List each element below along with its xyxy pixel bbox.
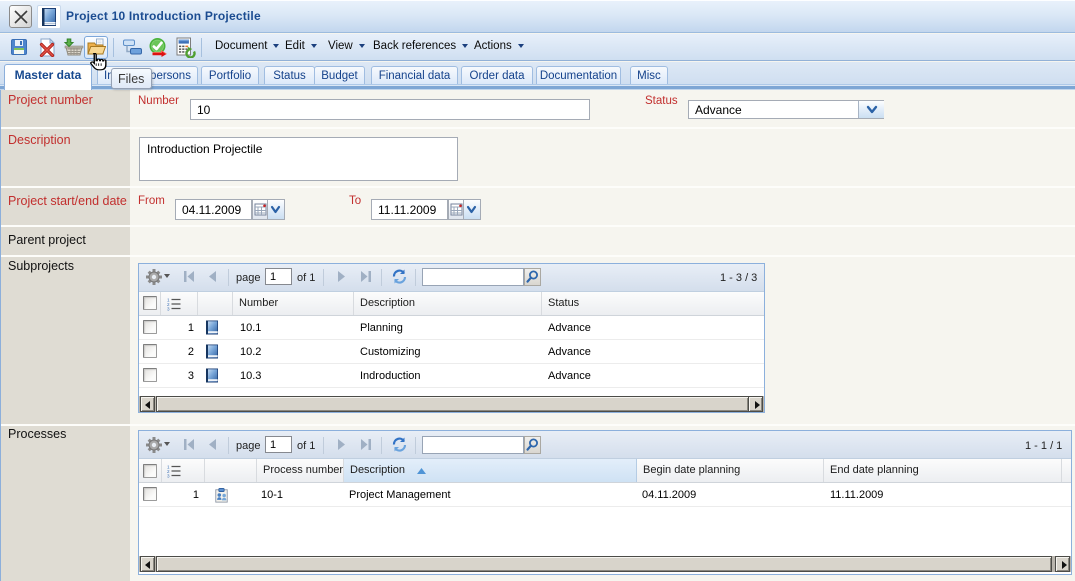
svg-text:3: 3	[167, 474, 170, 478]
svg-text:3: 3	[167, 307, 170, 311]
